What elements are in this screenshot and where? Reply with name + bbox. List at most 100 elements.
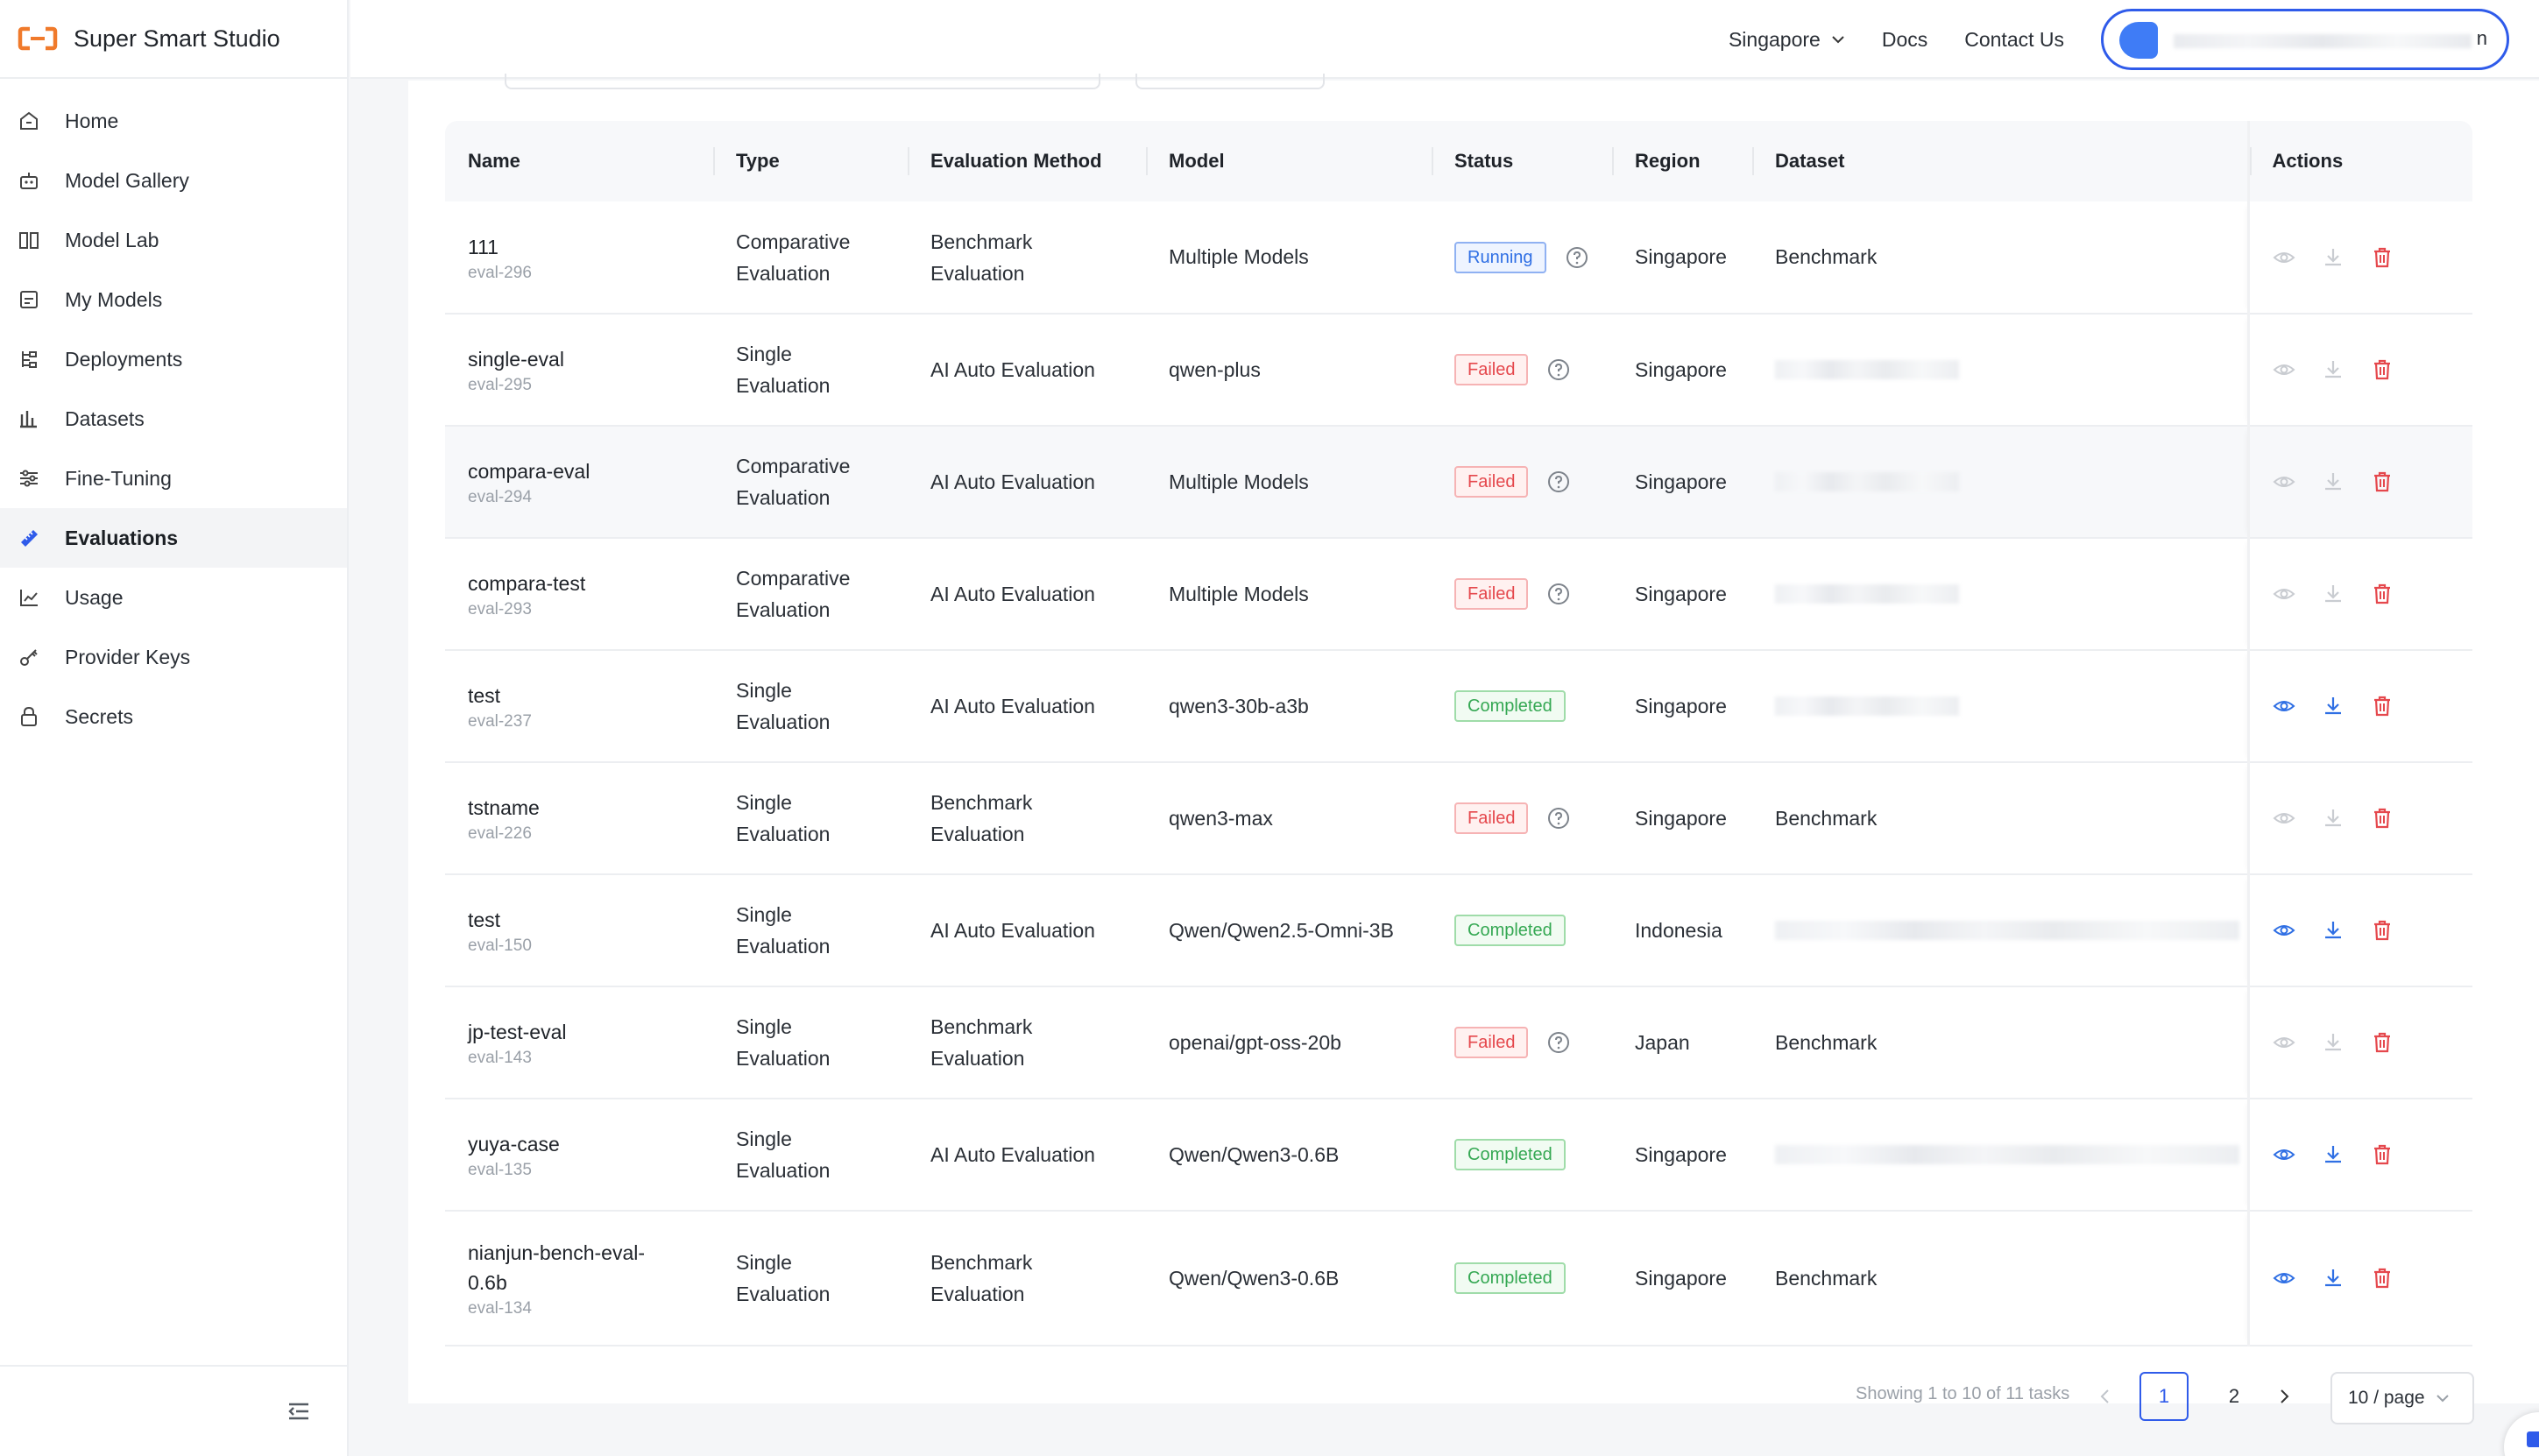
prev-page-icon[interactable] [2092, 1381, 2118, 1412]
help-icon[interactable] [1547, 358, 1570, 381]
evaluation-type: Comparative Evaluation [736, 230, 851, 285]
evaluation-name[interactable]: test [468, 681, 713, 710]
download-icon[interactable] [2322, 1031, 2345, 1054]
view-icon[interactable] [2273, 1031, 2295, 1054]
brand[interactable]: Super Smart Studio [0, 0, 347, 79]
view-icon[interactable] [2273, 1267, 2295, 1290]
user-menu[interactable]: n [2101, 9, 2509, 70]
table-row[interactable]: yuya-case eval-135 Single Evaluation AI Auto… [445, 1099, 2472, 1212]
evaluation-name[interactable]: yuya-case [468, 1129, 713, 1159]
help-icon[interactable] [1547, 1031, 1570, 1054]
docs-link[interactable]: Docs [1882, 28, 1927, 52]
help-icon[interactable] [1566, 246, 1588, 269]
sidebar-item-secrets[interactable]: Secrets [0, 687, 347, 746]
sidebar-item-deployments[interactable]: Deployments [0, 329, 347, 389]
download-icon[interactable] [2322, 807, 2345, 830]
evaluation-name[interactable]: nianjun-bench-eval- 0.6b [468, 1238, 713, 1297]
pagination-info: Showing 1 to 10 of 11 tasks [1856, 1384, 2070, 1403]
evaluation-id: eval-143 [468, 1049, 532, 1067]
sidebar-item-label: Deployments [65, 347, 183, 371]
region-selector[interactable]: Singapore [1729, 28, 1845, 52]
status-badge: Failed [1454, 466, 1529, 498]
search-input[interactable] [505, 74, 1100, 89]
download-icon[interactable] [2322, 1267, 2345, 1290]
delete-icon[interactable] [2371, 807, 2394, 830]
sidebar-item-evaluations[interactable]: Evaluations [0, 508, 347, 568]
help-icon[interactable] [1547, 583, 1570, 605]
evaluation-method: AI Auto Evaluation [930, 470, 1095, 493]
contact-us-link[interactable]: Contact Us [1964, 28, 2064, 52]
sidebar-item-datasets[interactable]: Datasets [0, 389, 347, 449]
page-2-button[interactable]: 2 [2210, 1372, 2259, 1421]
download-icon[interactable] [2322, 246, 2345, 269]
evaluation-name[interactable]: test [468, 905, 713, 935]
evaluation-name[interactable]: compara-eval [468, 456, 713, 486]
view-icon[interactable] [2273, 246, 2295, 269]
table-row[interactable]: tstname eval-226 Single Evaluation Benchmark… [445, 762, 2472, 875]
evaluation-name[interactable]: single-eval [468, 344, 713, 374]
top-bar: Singapore Docs Contact Us n [350, 0, 2539, 79]
help-icon[interactable] [1547, 807, 1570, 830]
sidebar-item-model-lab[interactable]: Model Lab [0, 210, 347, 270]
delete-icon[interactable] [2371, 695, 2394, 717]
help-icon[interactable] [1547, 470, 1570, 493]
view-icon[interactable] [2273, 919, 2295, 942]
evaluation-name[interactable]: compara-test [468, 569, 713, 598]
region: Singapore [1612, 426, 1752, 539]
evaluation-method: AI Auto Evaluation [930, 357, 1095, 381]
table-row[interactable]: single-eval eval-295 Single Evaluation AI Au… [445, 314, 2472, 427]
sidebar-item-label: Evaluations [65, 526, 179, 549]
delete-icon[interactable] [2371, 583, 2394, 605]
table-row[interactable]: compara-eval eval-294 Comparative Evaluatio… [445, 426, 2472, 539]
filter-button[interactable] [1135, 74, 1325, 89]
page-1-button[interactable]: 1 [2139, 1372, 2189, 1421]
evaluation-name[interactable]: tstname [468, 793, 713, 823]
table-row[interactable]: jp-test-eval eval-143 Single Evaluation Benc… [445, 986, 2472, 1099]
table-row[interactable]: test eval-150 Single Evaluation AI Auto Eval… [445, 874, 2472, 987]
evaluation-method: Benchmark Evaluation [930, 1251, 1033, 1305]
download-icon[interactable] [2322, 919, 2345, 942]
evaluation-type: Single Evaluation [736, 679, 831, 733]
delete-icon[interactable] [2371, 246, 2394, 269]
download-icon[interactable] [2322, 1143, 2345, 1166]
table-row[interactable]: test eval-237 Single Evaluation AI Auto Eval… [445, 650, 2472, 763]
evaluation-name[interactable]: jp-test-eval [468, 1017, 713, 1047]
sidebar-item-fine-tuning[interactable]: Fine-Tuning [0, 449, 347, 508]
download-icon[interactable] [2322, 695, 2345, 717]
table-body: 111 eval-296 Comparative Evaluation Benchmar… [445, 201, 2472, 1346]
view-icon[interactable] [2273, 695, 2295, 717]
chart-icon [18, 407, 40, 430]
sidebar-item-home[interactable]: Home [0, 91, 347, 151]
view-icon[interactable] [2273, 583, 2295, 605]
evaluation-name[interactable]: 111 [468, 232, 713, 262]
delete-icon[interactable] [2371, 470, 2394, 493]
view-icon[interactable] [2273, 1143, 2295, 1166]
view-icon[interactable] [2273, 470, 2295, 493]
view-icon[interactable] [2273, 807, 2295, 830]
download-icon[interactable] [2322, 358, 2345, 381]
sidebar-item-provider-keys[interactable]: Provider Keys [0, 627, 347, 687]
dataset-redacted [1775, 1145, 2239, 1164]
page-size-select[interactable]: 10 / page [2330, 1372, 2474, 1424]
sidebar-item-my-models[interactable]: My Models [0, 270, 347, 329]
collapse-sidebar-icon[interactable] [286, 1398, 312, 1424]
delete-icon[interactable] [2371, 1143, 2394, 1166]
table-row[interactable]: nianjun-bench-eval- 0.6b eval-134 Single Eva… [445, 1211, 2472, 1346]
delete-icon[interactable] [2371, 919, 2394, 942]
sidebar-item-model-gallery[interactable]: Model Gallery [0, 151, 347, 210]
delete-icon[interactable] [2371, 1031, 2394, 1054]
evaluation-type: Comparative Evaluation [736, 567, 851, 621]
table-row[interactable]: 111 eval-296 Comparative Evaluation Benchmar… [445, 201, 2472, 315]
region: Japan [1612, 986, 1752, 1099]
delete-icon[interactable] [2371, 1267, 2394, 1290]
delete-icon[interactable] [2371, 358, 2394, 381]
table-row[interactable]: compara-test eval-293 Comparative Evaluatio… [445, 538, 2472, 651]
sidebar-item-usage[interactable]: Usage [0, 568, 347, 627]
ruler-icon [18, 527, 40, 549]
download-icon[interactable] [2322, 583, 2345, 605]
app-title: Super Smart Studio [74, 25, 280, 52]
status-badge: Failed [1454, 354, 1529, 385]
next-page-icon[interactable] [2271, 1381, 2297, 1412]
view-icon[interactable] [2273, 358, 2295, 381]
download-icon[interactable] [2322, 470, 2345, 493]
